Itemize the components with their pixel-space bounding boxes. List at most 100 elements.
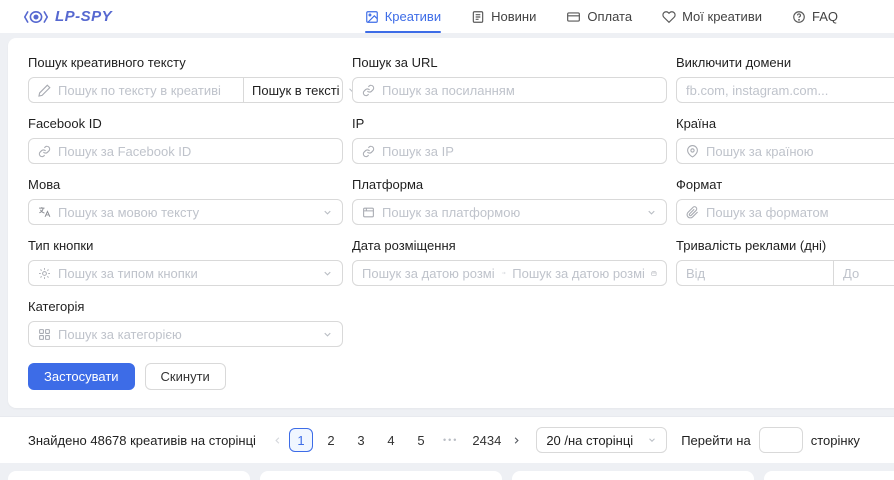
field-url: Пошук за URL bbox=[352, 55, 667, 103]
field-format: Формат bbox=[676, 177, 894, 225]
placement-date-range[interactable] bbox=[352, 260, 667, 286]
next-page-icon[interactable] bbox=[511, 435, 522, 446]
date-from-field[interactable] bbox=[362, 266, 495, 281]
duration-from[interactable] bbox=[677, 261, 833, 285]
map-pin-icon bbox=[686, 145, 699, 158]
nav-label: Оплата bbox=[587, 9, 632, 24]
apply-button[interactable]: Застосувати bbox=[28, 363, 135, 390]
pagination-bar: Знайдено 48678 креативів на сторінці 1 2… bbox=[0, 416, 894, 463]
language-field[interactable] bbox=[58, 205, 315, 220]
grid-icon bbox=[38, 328, 51, 341]
creative-card[interactable]: ⚜ LA FEMME La Femme Ternopil 2025-11-20 … bbox=[8, 471, 250, 480]
main-nav: Креативи Новини Оплата Мої креативи FAQ bbox=[365, 0, 838, 33]
ip-field[interactable] bbox=[382, 144, 657, 159]
field-label: Категорія bbox=[28, 299, 343, 314]
prev-page-icon[interactable] bbox=[272, 435, 283, 446]
facebook-id-input[interactable] bbox=[28, 138, 343, 164]
platform-icon bbox=[362, 206, 375, 219]
url-field[interactable] bbox=[382, 83, 657, 98]
link-icon bbox=[362, 145, 375, 158]
brand-logo[interactable]: LP-SPY bbox=[24, 8, 112, 25]
url-input[interactable] bbox=[352, 77, 667, 103]
image-icon bbox=[365, 10, 379, 24]
field-placement-date: Дата розміщення bbox=[352, 238, 667, 286]
country-input[interactable] bbox=[676, 138, 894, 164]
duration-from-field[interactable] bbox=[686, 266, 824, 281]
page-button-2[interactable]: 2 bbox=[319, 428, 343, 452]
page-ellipsis[interactable]: ••• bbox=[439, 435, 462, 445]
format-input[interactable] bbox=[676, 199, 894, 225]
results-summary: Знайдено 48678 креативів на сторінці bbox=[28, 433, 256, 448]
chevron-down-icon bbox=[647, 435, 657, 445]
field-creative-text: Пошук креативного тексту Пошук в тексті bbox=[28, 55, 343, 103]
brand-name: LP-SPY bbox=[55, 8, 112, 25]
paperclip-icon bbox=[686, 206, 699, 219]
field-label: Facebook ID bbox=[28, 116, 343, 131]
field-language: Мова bbox=[28, 177, 343, 225]
field-label: Дата розміщення bbox=[352, 238, 667, 253]
nav-item-faq[interactable]: FAQ bbox=[792, 0, 838, 33]
arrow-right-icon bbox=[501, 267, 506, 279]
field-label: Виключити домени bbox=[676, 55, 894, 70]
category-select[interactable] bbox=[28, 321, 343, 347]
field-label: Країна bbox=[676, 116, 894, 131]
reset-button[interactable]: Скинути bbox=[145, 363, 226, 390]
nav-item-my-creatives[interactable]: Мої креативи bbox=[662, 0, 762, 33]
creative-text-field[interactable] bbox=[58, 83, 234, 98]
page-button-3[interactable]: 3 bbox=[349, 428, 373, 452]
format-field[interactable] bbox=[706, 205, 894, 220]
link-icon bbox=[38, 145, 51, 158]
chevron-down-icon bbox=[322, 207, 333, 218]
field-label: Формат bbox=[676, 177, 894, 192]
facebook-id-field[interactable] bbox=[58, 144, 333, 159]
pencil-icon bbox=[38, 84, 51, 97]
page-button-1[interactable]: 1 bbox=[289, 428, 313, 452]
nav-item-payment[interactable]: Оплата bbox=[566, 0, 632, 33]
eye-logo-icon bbox=[24, 9, 48, 25]
page-button-4[interactable]: 4 bbox=[379, 428, 403, 452]
chevron-down-icon bbox=[322, 329, 333, 340]
ip-input[interactable] bbox=[352, 138, 667, 164]
button-type-select[interactable] bbox=[28, 260, 343, 286]
platform-select[interactable] bbox=[352, 199, 667, 225]
nav-label: Креативи bbox=[385, 9, 441, 24]
country-field[interactable] bbox=[706, 144, 894, 159]
page-button-5[interactable]: 5 bbox=[409, 428, 433, 452]
top-header: LP-SPY Креативи Новини Оплата Мої креати… bbox=[0, 0, 894, 33]
category-field[interactable] bbox=[58, 327, 315, 342]
date-to-field[interactable] bbox=[512, 266, 645, 281]
duration-to[interactable] bbox=[833, 261, 894, 285]
nav-label: Мої креативи bbox=[682, 9, 762, 24]
creative-text-input[interactable] bbox=[29, 78, 243, 102]
nav-label: FAQ bbox=[812, 9, 838, 24]
language-select[interactable] bbox=[28, 199, 343, 225]
page-button-last[interactable]: 2434 bbox=[468, 428, 505, 452]
platform-field[interactable] bbox=[382, 205, 639, 220]
duration-to-field[interactable] bbox=[843, 266, 894, 281]
creatives-list: ⚜ LA FEMME La Femme Ternopil 2025-11-20 … bbox=[0, 463, 894, 480]
creative-text-mode-select[interactable]: Пошук в тексті bbox=[243, 78, 365, 102]
nav-item-news[interactable]: Новини bbox=[471, 0, 536, 33]
field-label: Пошук креативного тексту bbox=[28, 55, 343, 70]
button-type-field[interactable] bbox=[58, 266, 315, 281]
exclude-domains-field[interactable] bbox=[686, 83, 894, 98]
field-label: Тип кнопки bbox=[28, 238, 343, 253]
goto-page-input[interactable] bbox=[759, 427, 803, 453]
field-platform: Платформа bbox=[352, 177, 667, 225]
field-label: Тривалість реклами (дні) bbox=[676, 238, 894, 253]
chevron-down-icon bbox=[646, 207, 657, 218]
field-label: IP bbox=[352, 116, 667, 131]
creative-card[interactable]: lippi_lion_budapest 2025-11-20 21:02:03 … bbox=[512, 471, 754, 480]
exclude-domains-input[interactable] bbox=[676, 77, 894, 103]
field-exclude-domains: Виключити домени bbox=[676, 55, 894, 103]
field-facebook-id: Facebook ID bbox=[28, 116, 343, 164]
goto-page: Перейти на сторінку bbox=[681, 427, 860, 453]
chevron-down-icon bbox=[322, 268, 333, 279]
nav-item-creatives[interactable]: Креативи bbox=[365, 0, 441, 33]
heart-icon bbox=[662, 10, 676, 24]
goto-suffix: сторінку bbox=[811, 433, 860, 448]
gear-icon bbox=[38, 267, 51, 280]
creative-card[interactable]: LIGHT.BABY STORE light.baby.store 2025-1… bbox=[260, 471, 502, 480]
page-size-select[interactable]: 20 /на сторінці bbox=[536, 427, 667, 453]
creative-card[interactable]: Maestro - кухні, меблі на замовлення в У… bbox=[764, 471, 894, 480]
